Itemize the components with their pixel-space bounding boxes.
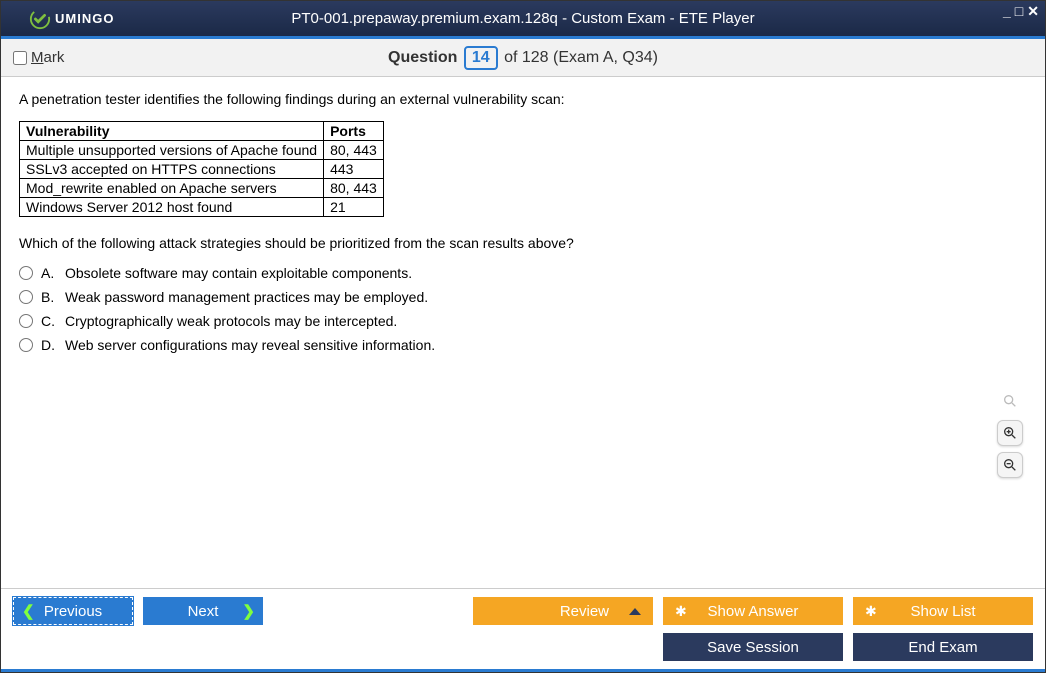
question-bar: Mark Question 14 of 128 (Exam A, Q34) — [1, 39, 1045, 77]
table-cell: 21 — [324, 198, 384, 217]
answer-radio[interactable] — [19, 290, 33, 304]
answer-text: Web server configurations may reveal sen… — [65, 337, 435, 353]
answer-option[interactable]: C. Cryptographically weak protocols may b… — [19, 313, 1027, 329]
answer-radio[interactable] — [19, 314, 33, 328]
maximize-icon[interactable]: □ — [1015, 3, 1023, 20]
question-prompt: Which of the following attack strategies… — [19, 235, 1027, 251]
logo-check-icon — [29, 8, 51, 30]
table-row: SSLv3 accepted on HTTPS connections443 — [20, 160, 384, 179]
table-cell: Mod_rewrite enabled on Apache servers — [20, 179, 324, 198]
answer-option[interactable]: A. Obsolete software may contain exploita… — [19, 265, 1027, 281]
answer-radio[interactable] — [19, 338, 33, 352]
review-button[interactable]: Review — [473, 597, 653, 625]
bottom-border — [1, 669, 1045, 672]
table-row: Multiple unsupported versions of Apache … — [20, 141, 384, 160]
close-icon[interactable]: ✕ — [1027, 3, 1039, 20]
mark-checkbox[interactable] — [13, 51, 27, 65]
zoom-controls — [997, 388, 1023, 478]
table-row: Windows Server 2012 host found21 — [20, 198, 384, 217]
answer-options: A. Obsolete software may contain exploita… — [19, 265, 1027, 353]
triangle-up-icon — [629, 608, 641, 615]
answer-option[interactable]: D. Web server configurations may reveal s… — [19, 337, 1027, 353]
mark-label[interactable]: Mark — [31, 49, 64, 66]
show-list-button[interactable]: ✱ Show List — [853, 597, 1033, 625]
current-question-number: 14 — [464, 46, 498, 70]
table-cell: Windows Server 2012 host found — [20, 198, 324, 217]
titlebar: UMINGO PT0-001.prepaway.premium.exam.128… — [1, 1, 1045, 39]
show-answer-button[interactable]: ✱ Show Answer — [663, 597, 843, 625]
arrow-left-icon: ❮ — [22, 602, 35, 620]
zoom-in-button[interactable] — [997, 420, 1023, 446]
question-content: A penetration tester identifies the foll… — [1, 77, 1045, 588]
arrow-right-icon: ❯ — [242, 602, 255, 620]
answer-letter: D. — [41, 337, 57, 353]
previous-button[interactable]: ❮ Previous — [13, 597, 133, 625]
next-button[interactable]: Next ❯ — [143, 597, 263, 625]
list-icon: ✱ — [865, 603, 877, 620]
table-cell: 443 — [324, 160, 384, 179]
answer-letter: C. — [41, 313, 57, 329]
question-intro: A penetration tester identifies the foll… — [19, 91, 1027, 107]
window-controls: _ □ ✕ — [1003, 3, 1039, 20]
save-session-button[interactable]: Save Session — [663, 633, 843, 661]
answer-radio[interactable] — [19, 266, 33, 280]
end-exam-button[interactable]: End Exam — [853, 633, 1033, 661]
table-header: Vulnerability — [20, 122, 324, 141]
answer-option[interactable]: B. Weak password management practices may… — [19, 289, 1027, 305]
app-logo: UMINGO — [29, 8, 114, 30]
window-title: PT0-001.prepaway.premium.exam.128q - Cus… — [1, 10, 1045, 27]
zoom-out-button[interactable] — [997, 452, 1023, 478]
table-cell: SSLv3 accepted on HTTPS connections — [20, 160, 324, 179]
minimize-icon[interactable]: _ — [1003, 3, 1011, 20]
answer-icon: ✱ — [675, 603, 687, 620]
table-header: Ports — [324, 122, 384, 141]
zoom-reset-button[interactable] — [997, 388, 1023, 414]
footer: ❮ Previous Next ❯ Review ✱ Show Answer ✱… — [1, 588, 1045, 669]
vulnerability-table: VulnerabilityPorts Multiple unsupported … — [19, 121, 384, 217]
table-cell: Multiple unsupported versions of Apache … — [20, 141, 324, 160]
table-row: Mod_rewrite enabled on Apache servers80,… — [20, 179, 384, 198]
table-cell: 80, 443 — [324, 179, 384, 198]
answer-text: Weak password management practices may b… — [65, 289, 428, 305]
logo-text: UMINGO — [55, 11, 114, 26]
question-counter: Question 14 of 128 (Exam A, Q34) — [1, 46, 1045, 70]
mark-checkbox-group[interactable]: Mark — [13, 49, 64, 66]
answer-text: Obsolete software may contain exploitabl… — [65, 265, 412, 281]
table-cell: 80, 443 — [324, 141, 384, 160]
answer-letter: A. — [41, 265, 57, 281]
answer-text: Cryptographically weak protocols may be … — [65, 313, 397, 329]
answer-letter: B. — [41, 289, 57, 305]
